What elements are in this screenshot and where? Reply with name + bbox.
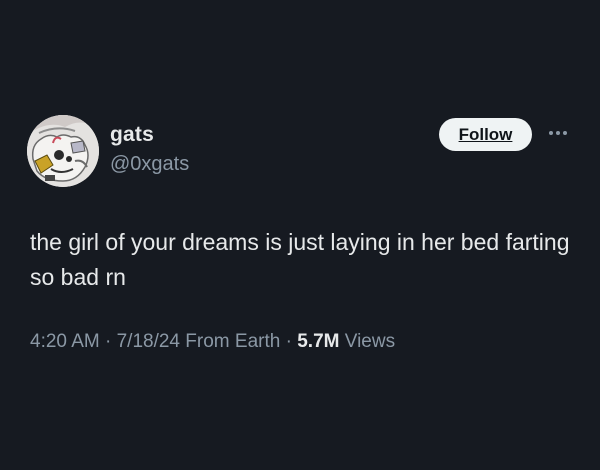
tweet-location: From Earth	[185, 331, 281, 352]
meta-separator: ·	[285, 331, 292, 352]
tweet-date[interactable]: 7/18/24	[117, 331, 180, 352]
tweet-meta: 4:20 AM · 7/18/24 From Earth · 5.7M View…	[30, 331, 395, 353]
meta-separator: ·	[105, 331, 112, 352]
tweet-time[interactable]: 4:20 AM	[30, 331, 100, 352]
more-icon[interactable]	[546, 123, 570, 143]
views-label: Views	[344, 331, 396, 352]
author-handle[interactable]: @0xgats	[110, 153, 189, 176]
author-display-name[interactable]: gats	[110, 123, 154, 147]
avatar[interactable]	[27, 115, 99, 187]
tweet-text: the girl of your dreams is just laying i…	[30, 229, 570, 290]
views-count: 5.7M	[297, 331, 340, 352]
follow-button[interactable]: Follow	[439, 118, 532, 151]
tweet-card: gats @0xgats Follow the girl of your dre…	[0, 0, 600, 470]
avatar-icon	[27, 115, 99, 187]
